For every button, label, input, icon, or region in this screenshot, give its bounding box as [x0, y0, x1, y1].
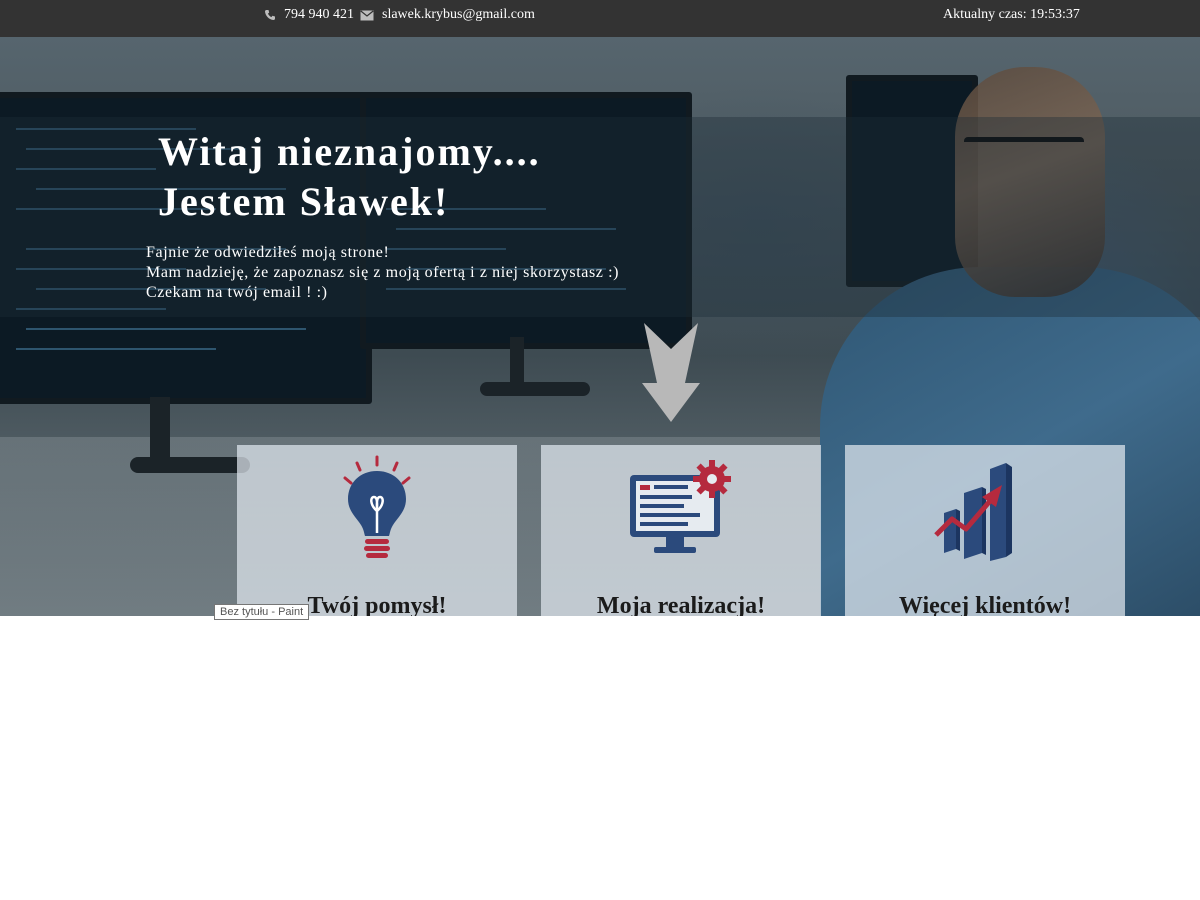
- card-title: Moja realizacja!: [596, 593, 766, 616]
- hero-section: Witaj nieznajomy.... Jestem Sławek! Fajn…: [0, 37, 1200, 616]
- top-bar: 794 940 421 slawek.krybus@gmail.com Aktu…: [0, 0, 1200, 37]
- growth-chart-icon: [934, 463, 1012, 561]
- phone-icon: [264, 9, 276, 21]
- card-title: Więcej klientów!: [898, 593, 1072, 616]
- clock-value: 19:53:37: [1030, 7, 1080, 22]
- taskbar-tooltip: Bez tytułu - Paint: [214, 604, 310, 620]
- clock-label: Aktualny czas:: [943, 7, 1027, 22]
- service-card-clients[interactable]: Więcej klientów!: [845, 445, 1125, 616]
- intro-line: Fajnie że odwiedziłeś moją strone!: [146, 244, 390, 261]
- phone-contact[interactable]: 794 940 421: [264, 7, 354, 23]
- lightbulb-icon: [343, 455, 411, 558]
- current-time: Aktualny czas: 19:53:37: [943, 7, 1080, 23]
- phone-number: 794 940 421: [284, 7, 354, 22]
- service-card-idea[interactable]: Twój pomysł!: [237, 445, 517, 616]
- monitor-gear-icon: [630, 460, 731, 553]
- hero-headline: Witaj nieznajomy.... Jestem Sławek!: [158, 127, 541, 227]
- service-card-realization[interactable]: Moja realizacja!: [541, 445, 821, 616]
- email-address: slawek.krybus@gmail.com: [382, 7, 535, 22]
- headline-line-2: Jestem Sławek!: [158, 179, 450, 224]
- intro-line: Czekam na twój email ! :): [146, 284, 328, 301]
- intro-line: Mam nadzieję, że zapoznasz się z moją of…: [146, 264, 620, 281]
- hero-intro: Fajnie że odwiedziłeś moją strone! Mam n…: [146, 243, 619, 303]
- email-contact[interactable]: slawek.krybus@gmail.com: [360, 7, 535, 23]
- envelope-icon: [360, 10, 374, 21]
- headline-line-1: Witaj nieznajomy....: [158, 129, 541, 174]
- arrow-down-icon: [642, 323, 700, 422]
